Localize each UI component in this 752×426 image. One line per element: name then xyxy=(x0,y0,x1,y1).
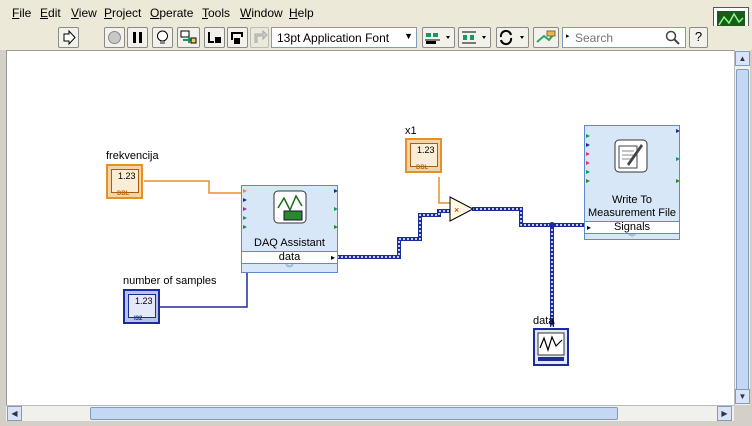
number-of-samples-value: 1.23 xyxy=(135,296,153,306)
number-of-samples-label: number of samples xyxy=(123,275,217,287)
abort-button[interactable] xyxy=(104,27,125,48)
expand-chevron-icon[interactable]: ︾ xyxy=(585,232,679,243)
wire-frekvencija xyxy=(144,180,241,194)
step-over-button[interactable] xyxy=(227,27,248,48)
output-arrow-icon: ▸ xyxy=(330,253,335,262)
reorder-button[interactable] xyxy=(496,27,529,48)
daq-assistant-title: DAQ Assistant xyxy=(254,237,325,249)
menu-file[interactable]: File xyxy=(12,6,31,20)
graph-indicator[interactable] xyxy=(533,328,569,366)
vertical-scroll-thumb[interactable] xyxy=(736,69,749,392)
write-file-title-2: Measurement File xyxy=(587,207,677,219)
frekvencija-type: DBL xyxy=(117,191,130,197)
menu-project[interactable]: Project xyxy=(104,6,141,20)
x1-control[interactable]: 1.23 DBL xyxy=(405,138,442,173)
context-help-button[interactable]: ? xyxy=(689,27,708,48)
x1-type: DBL xyxy=(416,165,429,171)
clean-up-diagram-button[interactable] xyxy=(533,27,559,48)
wire-x1 xyxy=(438,177,451,204)
step-out-icon xyxy=(254,29,268,43)
menu-view[interactable]: View xyxy=(71,6,97,20)
frekvencija-value: 1.23 xyxy=(118,171,136,181)
number-of-samples-type: I32 xyxy=(134,316,143,322)
number-of-samples-control[interactable]: 1.23 I32 xyxy=(123,289,160,324)
search-expand-icon: ▸ xyxy=(566,33,570,40)
step-into-button[interactable] xyxy=(204,27,225,48)
clean-up-broom-icon xyxy=(536,30,556,43)
scroll-down-icon[interactable]: ▼ xyxy=(735,389,750,404)
scroll-left-icon[interactable]: ◀ xyxy=(7,406,22,421)
step-into-icon xyxy=(208,32,221,43)
step-over-icon xyxy=(231,32,243,44)
vertical-scrollbar[interactable]: ▲ ▼ xyxy=(734,50,750,405)
pause-icon xyxy=(133,32,142,43)
waveform-graph-icon xyxy=(537,332,565,361)
search-icon[interactable] xyxy=(664,29,682,47)
run-button[interactable] xyxy=(58,27,79,48)
font-select-value: 13pt Application Font xyxy=(277,31,390,45)
x1-value: 1.23 xyxy=(417,145,435,155)
frekvencija-control[interactable]: 1.23 DBL xyxy=(106,164,143,199)
menu-window[interactable]: Window xyxy=(240,6,283,20)
block-diagram[interactable]: × frekvencija 1.23 DBL x1 1.23 DBL numbe… xyxy=(6,50,734,405)
align-objects-icon xyxy=(425,33,450,44)
x1-label: x1 xyxy=(405,125,417,137)
frekvencija-label: frekvencija xyxy=(106,150,159,162)
horizontal-scrollbar[interactable]: ◀ ▶ xyxy=(6,405,734,421)
graph-label: data xyxy=(533,315,555,327)
reorder-icon xyxy=(499,29,524,46)
menu-bar: File Edit View Project Operate Tools Win… xyxy=(0,0,752,26)
distribute-objects-icon xyxy=(462,31,486,44)
daq-assistant-node[interactable]: DAQ Assistant data ▸ ︾ xyxy=(241,185,338,273)
menu-tools[interactable]: Tools xyxy=(202,6,230,20)
daq-data-label: data xyxy=(278,251,301,263)
wire-daq-data xyxy=(337,209,451,259)
run-arrow-icon xyxy=(63,29,76,46)
scroll-up-icon[interactable]: ▲ xyxy=(735,51,750,66)
write-file-icon xyxy=(586,129,680,183)
lightbulb-icon xyxy=(157,30,168,44)
horizontal-scroll-thumb[interactable] xyxy=(90,407,618,420)
menu-edit[interactable]: Edit xyxy=(40,6,61,20)
scroll-right-icon[interactable]: ▶ xyxy=(717,406,732,421)
expand-chevron-icon[interactable]: ︾ xyxy=(242,263,337,274)
daq-assistant-icon xyxy=(243,189,338,229)
write-measurement-file-node[interactable]: Write To Measurement File ▸ Signals ︾ xyxy=(584,125,680,243)
search-box[interactable]: ▸ xyxy=(562,27,686,48)
stop-icon xyxy=(108,31,121,44)
search-input[interactable] xyxy=(575,29,663,46)
menu-operate[interactable]: Operate xyxy=(150,6,193,20)
write-file-title-1: Write To xyxy=(612,194,652,206)
font-select[interactable]: 13pt Application Font ▼ xyxy=(271,27,417,48)
toolbar: 13pt Application Font ▼ ▸ ? xyxy=(0,26,752,50)
menu-help[interactable]: Help xyxy=(289,6,314,20)
wire-product xyxy=(472,207,585,227)
highlight-execution-button[interactable] xyxy=(152,27,173,48)
align-objects-button[interactable] xyxy=(422,27,455,48)
distribute-objects-button[interactable] xyxy=(458,27,491,48)
dropdown-arrow-icon: ▼ xyxy=(404,31,413,41)
multiply-function[interactable]: × xyxy=(449,196,475,222)
pause-button[interactable] xyxy=(127,27,148,48)
multiply-symbol: × xyxy=(454,205,459,215)
step-out-button[interactable] xyxy=(250,27,269,48)
retain-wire-values-button[interactable] xyxy=(177,27,200,48)
retain-wire-values-icon xyxy=(180,30,197,44)
